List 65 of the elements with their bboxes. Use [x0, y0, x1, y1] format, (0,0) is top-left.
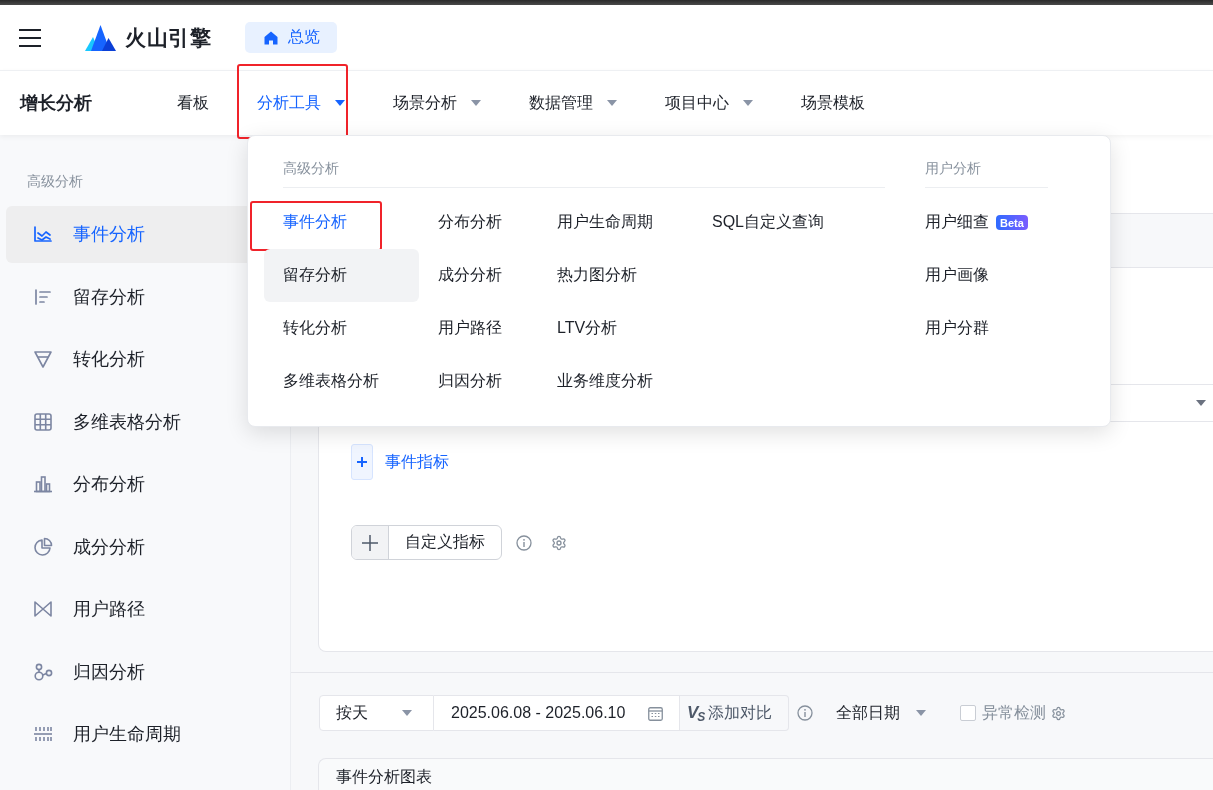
chart-title: 事件分析图表	[336, 768, 432, 786]
menu-item[interactable]: 留存分析	[264, 249, 419, 302]
menu-item[interactable]: 转化分析	[264, 310, 366, 347]
date-range-field[interactable]: 2025.06.08 - 2025.06.10	[434, 695, 680, 731]
calendar-icon	[648, 705, 663, 721]
menu-item[interactable]: 热力图分析	[538, 257, 656, 294]
menu-item[interactable]: 用户画像	[906, 257, 1008, 294]
menu-item[interactable]: SQL自定义查询	[693, 204, 843, 241]
anomaly-detection-label: 异常检测	[982, 702, 1046, 723]
menu-icon	[18, 27, 42, 48]
line-chart-icon	[33, 224, 53, 245]
date-filter-select[interactable]: 全部日期	[836, 702, 926, 724]
vs-label: V$_{S}$	[687, 702, 705, 724]
table-icon	[33, 411, 53, 432]
add-comparison-button[interactable]: V$_{S}$ 添加对比	[680, 695, 789, 731]
sidebar-item[interactable]: 成分分析	[6, 518, 290, 575]
plus-icon	[351, 444, 373, 480]
beta-badge: Beta	[996, 215, 1028, 230]
list-bars-icon	[33, 286, 53, 307]
funnel-icon	[33, 349, 53, 370]
info-icon[interactable]	[516, 534, 532, 551]
add-comparison-label: 添加对比	[708, 702, 773, 723]
nav-tab[interactable]: 场景模板	[801, 71, 865, 135]
sidebar-item[interactable]: 用户生命周期	[6, 706, 290, 763]
menu-section-title: 用户分析	[925, 158, 1048, 188]
menu-section-title: 高级分析	[283, 158, 885, 188]
nav-tab[interactable]: 数据管理	[529, 71, 617, 135]
menu-item[interactable]: 用户分群	[906, 310, 1008, 347]
menu-item[interactable]: 用户细查 Beta	[906, 204, 1047, 241]
sidebar-group-label: 高级分析	[27, 172, 83, 191]
home-icon	[264, 30, 278, 45]
menu-item[interactable]: 业务维度分析	[538, 363, 672, 400]
settings-icon[interactable]	[551, 534, 567, 551]
plus-icon	[352, 526, 389, 559]
logo-text: 火山引擎	[125, 24, 211, 51]
granularity-select[interactable]: 按天	[319, 695, 434, 731]
checkbox[interactable]	[960, 705, 976, 721]
sidebar-item[interactable]: 分布分析	[6, 456, 290, 513]
menu-button[interactable]	[18, 27, 42, 48]
info-icon[interactable]	[797, 705, 813, 721]
bowtie-icon	[33, 599, 53, 620]
nav-tab[interactable]: 分析工具	[257, 71, 345, 135]
nav-tab[interactable]: 项目中心	[665, 71, 753, 135]
caret-icon	[1196, 400, 1206, 406]
menu-item[interactable]: 用户生命周期	[538, 204, 672, 241]
bar-chart-icon	[33, 474, 53, 495]
mountain-logo-icon	[85, 24, 116, 51]
linked-circles-icon	[33, 661, 53, 682]
overview-button[interactable]: 总览	[245, 22, 337, 53]
caret-icon	[916, 710, 926, 716]
menu-item[interactable]: 分布分析	[419, 204, 521, 241]
sidebar-item[interactable]: 用户路径	[6, 581, 290, 638]
pie-chart-icon	[33, 536, 53, 557]
nav-tab[interactable]: 看板	[177, 71, 209, 135]
settings-icon[interactable]	[1051, 705, 1066, 721]
menu-item[interactable]: LTV分析	[538, 310, 637, 347]
add-custom-metric-button[interactable]: 自定义指标	[351, 525, 502, 560]
sidebar-item[interactable]: 归因分析	[6, 643, 290, 700]
menu-item[interactable]: 用户路径	[419, 310, 521, 347]
nav-tab[interactable]: 场景分析	[393, 71, 481, 135]
menu-item[interactable]: 成分分析	[419, 257, 521, 294]
menu-item[interactable]: 归因分析	[419, 363, 521, 400]
add-event-metric-button[interactable]: 事件指标	[351, 444, 449, 480]
app-title: 增长分析	[20, 92, 92, 115]
caret-icon	[402, 710, 412, 716]
